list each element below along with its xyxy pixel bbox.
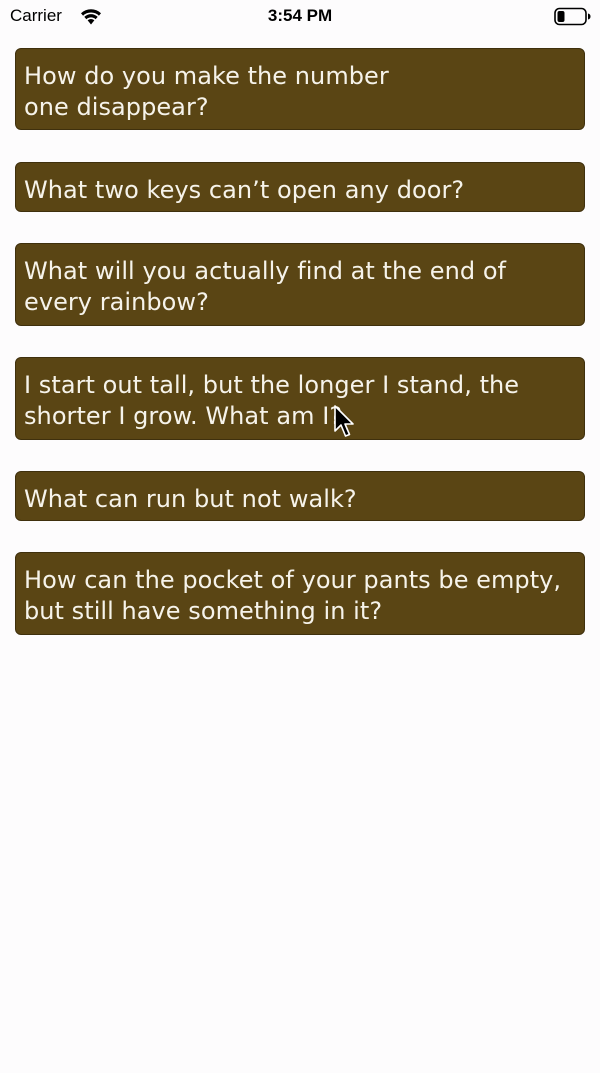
riddle-text: How do you make the number one disappear… (24, 62, 389, 121)
battery-icon (554, 7, 591, 26)
riddle-button-3[interactable]: What will you actually find at the end o… (15, 243, 585, 326)
riddle-button-6[interactable]: How can the pocket of your pants be empt… (15, 552, 585, 635)
riddle-text: What will you actually find at the end o… (24, 257, 507, 316)
riddle-button-2[interactable]: What two keys can’t open any door? (15, 162, 585, 212)
riddle-text: How can the pocket of your pants be empt… (24, 566, 562, 625)
riddle-text: I start out tall, but the longer I stand… (24, 371, 520, 430)
status-time: 3:54 PM (267, 6, 333, 25)
riddle-button-5[interactable]: What can run but not walk? (15, 471, 585, 521)
riddle-button-1[interactable]: How do you make the number one disappear… (15, 48, 585, 130)
riddle-button-4[interactable]: I start out tall, but the longer I stand… (15, 357, 585, 440)
mouse-pointer-icon (334, 405, 354, 437)
status-bar: Carrier 3:54 PM (0, 0, 600, 34)
riddle-text: What can run but not walk? (24, 485, 357, 513)
riddle-text: What two keys can’t open any door? (24, 176, 465, 204)
